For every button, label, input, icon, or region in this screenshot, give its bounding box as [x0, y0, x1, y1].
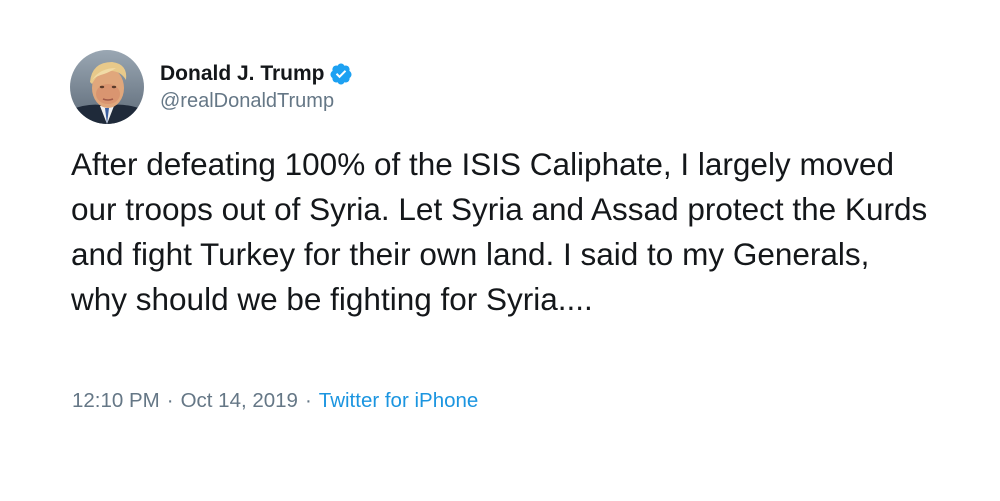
verified-badge-icon: [329, 62, 353, 86]
tweet-header: Donald J. Trump @realDonaldTrump: [70, 49, 353, 125]
author-names: Donald J. Trump @realDonaldTrump: [160, 60, 353, 114]
tweet-card: Donald J. Trump @realDonaldTrump After d…: [0, 0, 1000, 501]
tweet-metadata: 12:10 PM · Oct 14, 2019 · Twitter for iP…: [72, 386, 478, 416]
tweet-source-link[interactable]: Twitter for iPhone: [319, 386, 479, 416]
tweet-date[interactable]: Oct 14, 2019: [181, 386, 298, 416]
author-display-name[interactable]: Donald J. Trump: [160, 60, 325, 88]
display-name-row: Donald J. Trump: [160, 60, 353, 88]
meta-separator: ·: [166, 389, 174, 412]
tweet-time[interactable]: 12:10 PM: [72, 386, 160, 416]
author-handle[interactable]: @realDonaldTrump: [160, 88, 353, 114]
author-avatar[interactable]: [70, 50, 144, 124]
meta-separator: ·: [304, 389, 312, 412]
avatar-image: [70, 50, 144, 124]
tweet-text: After defeating 100% of the ISIS Calipha…: [71, 146, 928, 317]
